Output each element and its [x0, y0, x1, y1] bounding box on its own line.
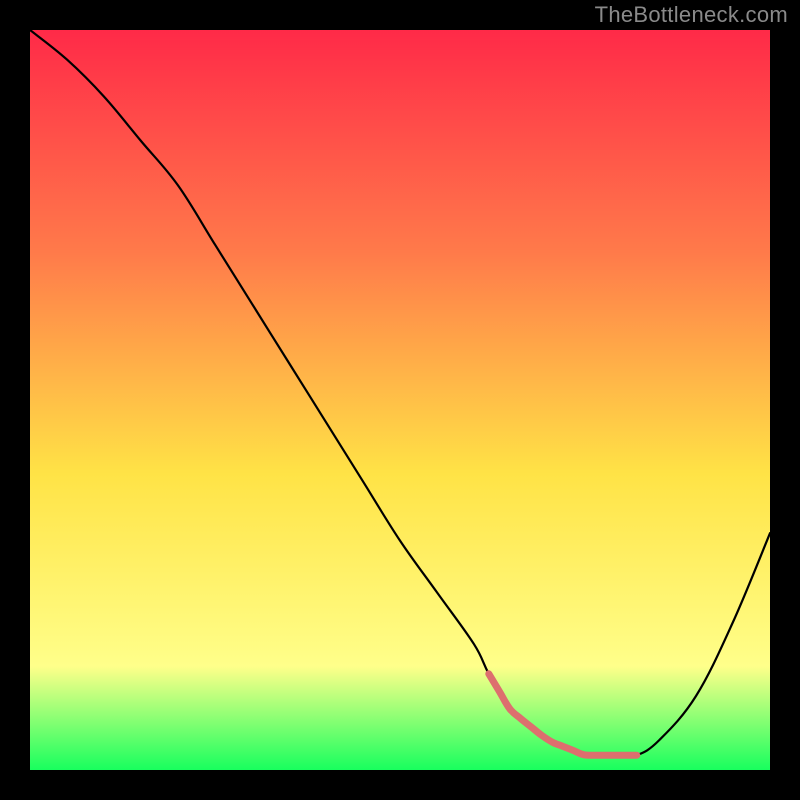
- watermark-label: TheBottleneck.com: [595, 2, 788, 28]
- plot-area: [30, 30, 770, 770]
- chart-frame: TheBottleneck.com: [0, 0, 800, 800]
- bottleneck-chart: [30, 30, 770, 770]
